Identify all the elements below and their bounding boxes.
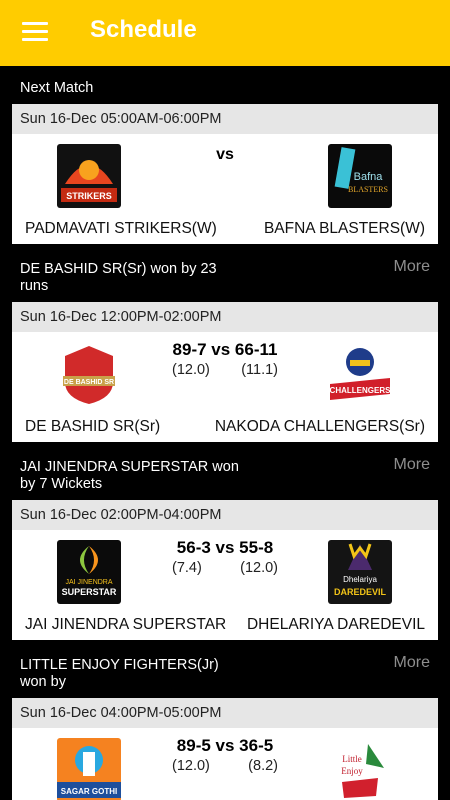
match-status: Next Match [20,80,94,96]
match-card[interactable]: JAI JINENDRA SUPERSTAR 56-3 vs 55-8 (7.4… [12,530,438,640]
more-link[interactable]: More [394,258,430,276]
team1-name: PADMAVATI STRIKERS(W) [25,220,217,237]
match-status: DE BASHID SR(Sr) won by 23 runs [20,261,217,294]
more-link[interactable]: More [394,654,430,672]
svg-text:Dhelariya: Dhelariya [343,575,377,584]
team2-overs: (12.0) [240,560,278,576]
team-logo-nakoda-challengers: CHALLENGERS [328,342,392,406]
team2-overs: (8.2) [248,758,278,774]
svg-text:Enjoy: Enjoy [341,766,363,776]
svg-text:Bafna: Bafna [354,171,384,183]
svg-text:SUPERSTAR: SUPERSTAR [62,587,117,597]
match-section: JAI JINENDRA SUPERSTAR won by 7 Wickets … [12,456,438,494]
match-date: Sun 16-Dec 04:00PM-05:00PM [12,698,438,728]
team-logo-little-enjoy-fighters: Little Enjoy [328,738,392,800]
svg-text:SAGAR GOTHI: SAGAR GOTHI [61,787,117,796]
match-date: Sun 16-Dec 02:00PM-04:00PM [12,500,438,530]
team-logo-sagar-gothi: SAGAR GOTHI [57,738,121,800]
more-link[interactable]: More [394,456,430,474]
match-card[interactable]: DE BASHID SR 89-7 vs 66-11 (12.0) (11.1)… [12,332,438,442]
svg-text:DE BASHID SR: DE BASHID SR [64,379,114,386]
team1-overs: (7.4) [172,560,202,576]
svg-text:Little: Little [342,754,362,764]
team1-overs: (12.0) [172,362,210,378]
match-date: Sun 16-Dec 05:00AM-06:00PM [12,104,438,134]
team-logo-de-bashid-sr: DE BASHID SR [57,342,121,406]
page-title: Schedule [90,16,197,43]
match-status: JAI JINENDRA SUPERSTAR won by 7 Wickets [20,459,239,492]
team1-name: JAI JINENDRA SUPERSTAR [25,616,227,633]
svg-text:BLASTERS: BLASTERS [348,185,388,194]
match-section: DE BASHID SR(Sr) won by 23 runs More [12,258,438,296]
match-date: Sun 16-Dec 12:00PM-02:00PM [12,302,438,332]
match-card[interactable]: STRIKERS vs Bafna BLASTERS PADMAVATI STR… [12,134,438,244]
team2-name: NAKODA CHALLENGERS(Sr) [214,418,425,435]
svg-text:DAREDEVIL: DAREDEVIL [334,587,387,597]
match-score: 56-3 vs 55-8 [176,538,274,557]
app-bar: Schedule [0,0,450,66]
team-logo-bafna-blasters: Bafna BLASTERS [328,144,392,208]
team2-name: DHELARIYA DAREDEVIL [246,616,425,633]
team-logo-jai-jinendra-superstar: JAI JINENDRA SUPERSTAR [57,540,121,604]
svg-text:CHALLENGERS: CHALLENGERS [330,386,392,395]
match-score: 89-5 vs 36-5 [176,736,274,755]
match-score: 89-7 vs 66-11 [172,340,278,359]
svg-text:STRIKERS: STRIKERS [66,191,112,201]
match-card[interactable]: SAGAR GOTHI 89-5 vs 36-5 (12.0) (8.2) Li… [12,728,438,800]
match-section: Next Match [12,66,438,104]
team2-overs: (11.1) [241,362,278,378]
hamburger-menu-icon[interactable] [22,22,48,42]
team-logo-dhelariya-daredevil: Dhelariya DAREDEVIL [328,540,392,604]
match-status: LITTLE ENJOY FIGHTERS(Jr) won by [20,657,219,690]
team1-name: DE BASHID SR(Sr) [25,418,161,435]
team1-overs: (12.0) [172,758,210,774]
team2-name: BAFNA BLASTERS(W) [263,220,425,237]
svg-text:JAI JINENDRA: JAI JINENDRA [65,579,112,586]
match-section: LITTLE ENJOY FIGHTERS(Jr) won by More [12,654,438,692]
